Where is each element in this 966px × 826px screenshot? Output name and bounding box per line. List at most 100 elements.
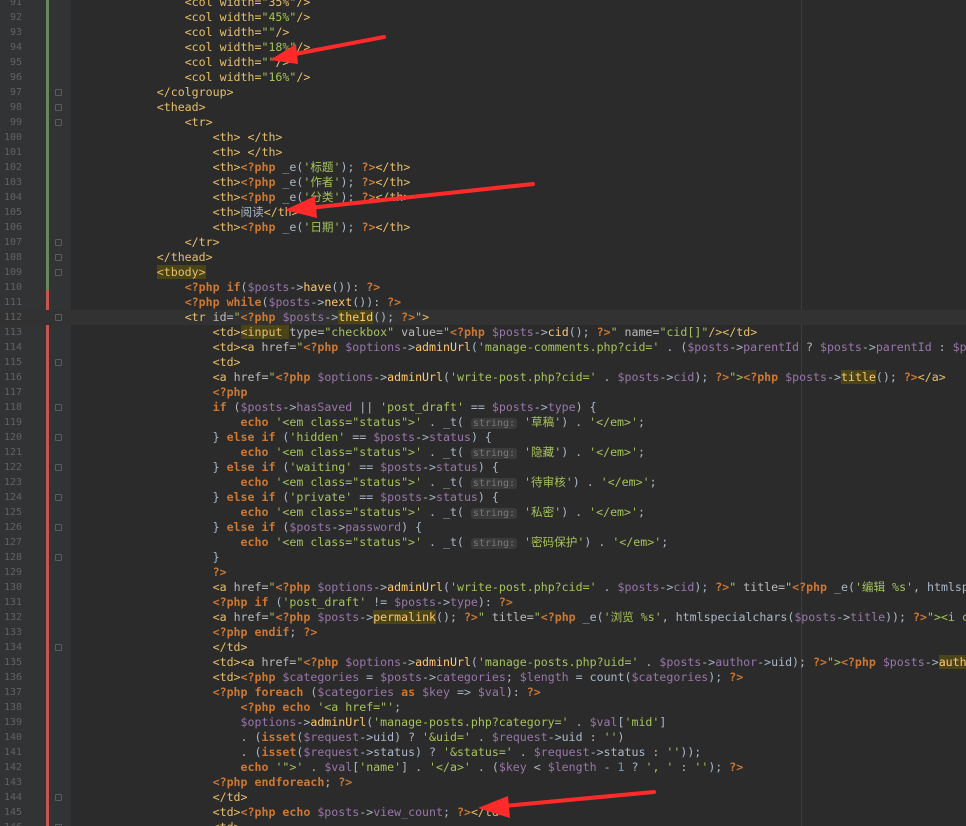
- code-token: ->uid :: [547, 730, 604, 744]
- code-line[interactable]: 121 echo '<em class="status">' . _t( str…: [0, 445, 966, 460]
- code-line[interactable]: 116 <a href="<?php $options->adminUrl('w…: [0, 370, 966, 385]
- code-line[interactable]: 136 <td><?php $categories = $posts->cate…: [0, 670, 966, 685]
- code-token: ) .: [584, 535, 613, 549]
- code-line[interactable]: 96 <col width="16%"/>: [0, 70, 966, 85]
- code-line[interactable]: 118 if ($posts->hasSaved || 'post_draft'…: [0, 400, 966, 415]
- code-line[interactable]: 144 </td>: [0, 790, 966, 805]
- code-line[interactable]: 104 <th><?php _e('分类'); ?></th>: [0, 190, 966, 205]
- code-line[interactable]: 126 } else if ($posts->password) {: [0, 520, 966, 535]
- fold-marker-icon[interactable]: [55, 314, 62, 321]
- fold-marker-icon[interactable]: [55, 524, 62, 531]
- code-line[interactable]: 117 <?php: [0, 385, 966, 400]
- code-area[interactable]: 91 <col width="35%"/> 92 <col width="45%"…: [0, 0, 966, 826]
- code-line[interactable]: 94 <col width="18%"/>: [0, 40, 966, 55]
- fold-marker-icon[interactable]: [55, 239, 62, 246]
- code-line[interactable]: 124 } else if ('private' == $posts->stat…: [0, 490, 966, 505]
- code-line[interactable]: 106 <th><?php _e('日期'); ?></th>: [0, 220, 966, 235]
- code-line[interactable]: 97 </colgroup>: [0, 85, 966, 100]
- code-token: <?php: [212, 775, 248, 789]
- code-line[interactable]: 129 ?>: [0, 565, 966, 580]
- code-line[interactable]: 145 <td><?php echo $posts->view_count; ?…: [0, 805, 966, 820]
- fold-marker-icon[interactable]: [55, 644, 62, 651]
- code-token: <a: [240, 340, 262, 354]
- code-line[interactable]: 127 echo '<em class="status">' . _t( str…: [0, 535, 966, 550]
- fold-marker-icon[interactable]: [55, 434, 62, 441]
- code-token: $posts: [247, 280, 290, 294]
- code-token: "><i clas: [926, 610, 966, 624]
- code-line[interactable]: 139 $options->adminUrl('manage-posts.php…: [0, 715, 966, 730]
- code-token: <?php: [240, 805, 276, 819]
- fold-marker-icon[interactable]: [55, 254, 62, 261]
- fold-marker-icon[interactable]: [55, 494, 62, 501]
- fold-marker-icon[interactable]: [55, 119, 62, 126]
- fold-marker-icon[interactable]: [55, 404, 62, 411]
- code-line[interactable]: 108 </thead>: [0, 250, 966, 265]
- code-line[interactable]: 112 <tr id="<?php $posts->theId(); ?>">: [0, 310, 966, 325]
- code-token: ) {: [575, 400, 597, 414]
- code-line[interactable]: 93 <col width=""/>: [0, 25, 966, 40]
- code-token: <?php: [212, 385, 248, 399]
- code-line[interactable]: 132 <a href="<?php $posts->permalink(); …: [0, 610, 966, 625]
- code-line[interactable]: 125 echo '<em class="status">' . _t( str…: [0, 505, 966, 520]
- code-line[interactable]: 122 } else if ('waiting' == $posts->stat…: [0, 460, 966, 475]
- code-token: '<a href="': [317, 700, 395, 714]
- code-line[interactable]: 143 <?php endforeach; ?>: [0, 775, 966, 790]
- code-token: echo: [282, 805, 311, 819]
- code-line[interactable]: 130 <a href="<?php $options->adminUrl('w…: [0, 580, 966, 595]
- code-line[interactable]: 146 <td>: [0, 820, 966, 826]
- code-token: parentId: [743, 340, 800, 354]
- code-line[interactable]: 114 <td><a href="<?php $options->adminUr…: [0, 340, 966, 355]
- code-line[interactable]: 137 <?php foreach ($categories as $key =…: [0, 685, 966, 700]
- code-line[interactable]: 110 <?php if($posts->have()): ?>: [0, 280, 966, 295]
- code-line[interactable]: 113 <td><input type="checkbox" value="<?…: [0, 325, 966, 340]
- code-line[interactable]: 134 </td>: [0, 640, 966, 655]
- code-line[interactable]: 119 echo '<em class="status">' . _t( str…: [0, 415, 966, 430]
- fold-marker-icon[interactable]: [55, 554, 62, 561]
- code-token: ?>: [361, 190, 376, 204]
- code-line[interactable]: 135 <td><a href="<?php $options->adminUr…: [0, 655, 966, 670]
- fold-marker-icon[interactable]: [55, 89, 62, 96]
- fold-marker-icon[interactable]: [55, 104, 62, 111]
- code-line[interactable]: 140 . (isset($request->uid) ? '&uid=' . …: [0, 730, 966, 745]
- fold-marker-icon[interactable]: [55, 359, 62, 366]
- code-line[interactable]: 109 <tbody>: [0, 265, 966, 280]
- code-line[interactable]: 99 <tr>: [0, 115, 966, 130]
- code-token: ==: [352, 490, 381, 504]
- code-line[interactable]: 91 <col width="35%"/>: [0, 0, 966, 10]
- code-line[interactable]: 98 <thead>: [0, 100, 966, 115]
- code-line[interactable]: 92 <col width="45%"/>: [0, 10, 966, 25]
- fold-marker-icon[interactable]: [55, 794, 62, 801]
- code-line[interactable]: 111 <?php while($posts->next()): ?>: [0, 295, 966, 310]
- code-token: _e(: [275, 220, 304, 234]
- code-line[interactable]: 103 <th><?php _e('作者'); ?></th>: [0, 175, 966, 190]
- code-line[interactable]: 115 <td>: [0, 355, 966, 370]
- line-number: 128: [3, 552, 22, 563]
- code-line[interactable]: 100 <th> </th>: [0, 130, 966, 145]
- code-line[interactable]: 102 <th><?php _e('标题'); ?></th>: [0, 160, 966, 175]
- code-line[interactable]: 138 <?php echo '<a href="';: [0, 700, 966, 715]
- code-line[interactable]: 131 <?php if ('post_draft' != $posts->ty…: [0, 595, 966, 610]
- code-token: 'private': [289, 490, 353, 504]
- code-line[interactable]: 123 echo '<em class="status">' . _t( str…: [0, 475, 966, 490]
- code-token: 1: [617, 760, 625, 774]
- code-line[interactable]: 128 }: [0, 550, 966, 565]
- code-token: );: [694, 580, 716, 594]
- code-token: . _t(: [422, 415, 471, 429]
- fold-marker-icon[interactable]: [55, 464, 62, 471]
- code-line[interactable]: 120 } else if ('hidden' == $posts->statu…: [0, 430, 966, 445]
- code-token: '日期': [303, 220, 341, 234]
- code-line[interactable]: 133 <?php endif; ?>: [0, 625, 966, 640]
- code-editor[interactable]: 91 <col width="35%"/> 92 <col width="45%"…: [0, 0, 966, 826]
- code-line[interactable]: 141 . (isset($request->status) ? '&statu…: [0, 745, 966, 760]
- line-number: 99: [9, 117, 22, 128]
- code-line[interactable]: 142 echo '">' . $val['name'] . '</a>' . …: [0, 760, 966, 775]
- code-line[interactable]: 105 <th>阅读</th>: [0, 205, 966, 220]
- code-line[interactable]: 101 <th> </th>: [0, 145, 966, 160]
- code-line[interactable]: 95 <col width=""/>: [0, 55, 966, 70]
- code-line[interactable]: 107 </tr>: [0, 235, 966, 250]
- fold-marker-icon[interactable]: [55, 269, 62, 276]
